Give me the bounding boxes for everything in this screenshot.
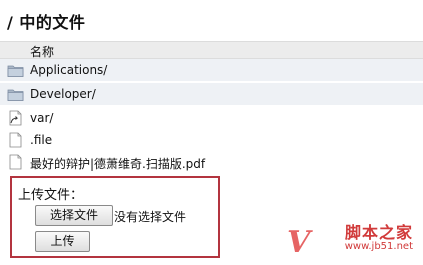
file-row-dotfile[interactable]: .file (0, 129, 423, 151)
column-header-name[interactable]: 名称 (0, 41, 423, 59)
column-header-label: 名称 (30, 45, 55, 59)
alias-folder-icon (9, 110, 22, 126)
file-name: 最好的辩护|德萧维奇.扫描版.pdf (30, 157, 206, 171)
folder-icon (7, 65, 24, 77)
file-name: Developer/ (30, 87, 96, 101)
page-title: / 中的文件 (7, 13, 86, 32)
file-row-developer[interactable]: Developer/ (0, 83, 423, 105)
watermark-logo: V (287, 225, 311, 260)
file-name: var/ (30, 111, 54, 125)
file-name: .file (30, 133, 53, 147)
choose-file-button[interactable]: 选择文件 (35, 205, 113, 226)
file-row-var[interactable]: var/ (0, 107, 423, 129)
upload-submit-button[interactable]: 上传 (35, 231, 90, 252)
file-icon (9, 154, 22, 170)
folder-icon (7, 89, 24, 101)
upload-label: 上传文件： (18, 188, 84, 203)
file-list: Applications/ Developer/ var/ .file 最好的辩… (0, 59, 423, 173)
watermark-main-text: 脚本之家 (344, 223, 413, 242)
file-row-pdf[interactable]: 最好的辩护|德萧维奇.扫描版.pdf (0, 151, 423, 173)
file-name: Applications/ (30, 63, 108, 77)
file-row-applications[interactable]: Applications/ (0, 59, 423, 81)
site-watermark: V 脚本之家 www.jb51.net (287, 219, 417, 261)
watermark-url: www.jb51.net (344, 241, 413, 252)
file-icon (9, 132, 22, 148)
no-file-selected-text: 没有选择文件 (114, 210, 187, 224)
upload-form: 上传文件： 选择文件 没有选择文件 上传 (10, 176, 220, 258)
